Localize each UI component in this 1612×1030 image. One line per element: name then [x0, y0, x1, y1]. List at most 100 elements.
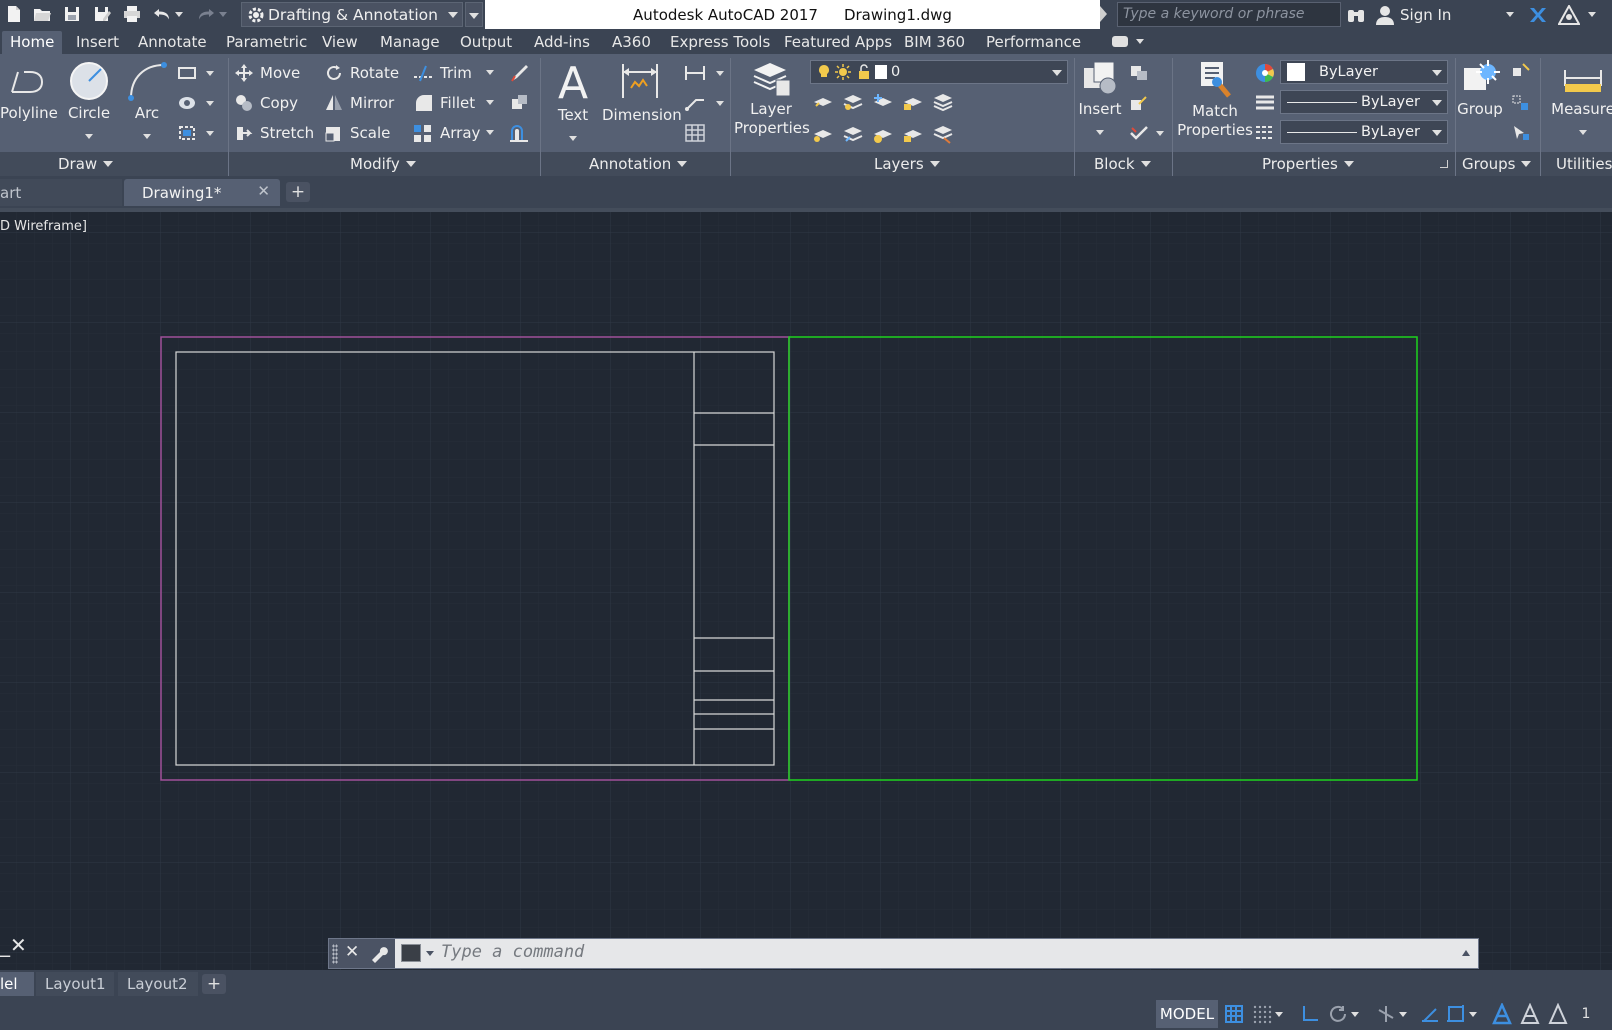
model-space-toggle[interactable]: MODEL [1156, 1000, 1218, 1028]
rectangle-icon[interactable] [176, 62, 198, 84]
leader-dropdown-icon[interactable] [716, 101, 724, 106]
search-expand-icon[interactable] [1100, 6, 1107, 22]
layout2-tab[interactable]: Layout2 [118, 972, 198, 996]
layer-properties-button[interactable]: Layer Properties [734, 58, 810, 138]
customize-qat-button[interactable] [465, 2, 483, 27]
grid-display-icon[interactable] [1222, 1002, 1246, 1026]
redo-dropdown-icon[interactable] [216, 3, 230, 25]
boundary-icon[interactable] [176, 122, 198, 144]
tab-insert[interactable]: Insert [68, 31, 127, 54]
copy-button[interactable]: Copy [234, 92, 298, 114]
exchange-apps-icon[interactable] [1528, 0, 1548, 29]
match-properties-button[interactable]: Match Properties [1176, 58, 1254, 140]
workspace-switcher[interactable]: Drafting & Annotation [241, 2, 463, 27]
object-snap-dropdown-icon[interactable] [1466, 1002, 1480, 1026]
undo-icon[interactable] [150, 3, 174, 25]
group-edit-icon[interactable] [1510, 92, 1532, 114]
object-snap-icon[interactable] [1444, 1002, 1468, 1026]
auto-scale-icon[interactable] [1518, 1002, 1542, 1026]
arc-button[interactable]: Arc [124, 60, 170, 144]
snap-dropdown-icon[interactable] [1272, 1002, 1286, 1026]
tab-output[interactable]: Output [452, 31, 520, 54]
fillet-button[interactable]: Fillet [412, 92, 475, 114]
stretch-button[interactable]: Stretch [234, 122, 314, 144]
command-history-icon[interactable] [1462, 950, 1470, 956]
save-icon[interactable] [60, 3, 84, 25]
ribbon-minimize-icon[interactable] [1112, 36, 1128, 47]
binoculars-icon[interactable] [1346, 0, 1366, 29]
color-wheel-icon[interactable] [1254, 62, 1276, 84]
drawing-canvas[interactable] [0, 212, 1612, 970]
wrench-icon[interactable] [369, 945, 389, 963]
layer-thaw-icon[interactable] [872, 124, 894, 144]
command-line-grip[interactable] [332, 944, 338, 964]
tab-bim-360[interactable]: BIM 360 [896, 31, 973, 54]
rectangle-dropdown-icon[interactable] [206, 71, 214, 76]
layer-dropdown[interactable]: 0 [810, 60, 1068, 84]
measure-button[interactable]: Measure [1548, 58, 1612, 140]
erase-icon[interactable] [508, 62, 530, 84]
layer-freeze-icon[interactable] [872, 92, 894, 112]
edit-block-icon[interactable] [1128, 92, 1150, 114]
make-current-icon[interactable] [932, 92, 954, 112]
color-dropdown[interactable]: ByLayer [1280, 60, 1448, 84]
groups-panel-title[interactable]: Groups [1462, 155, 1532, 173]
layers-panel-title[interactable]: Layers [874, 155, 940, 173]
array-dropdown-icon[interactable] [486, 130, 494, 135]
object-snap-tracking-icon[interactable] [1418, 1002, 1442, 1026]
help-dropdown-icon[interactable] [1588, 0, 1596, 29]
annotation-scale-icon[interactable] [1546, 1002, 1570, 1026]
annotation-scale-value[interactable]: 1 [1574, 1002, 1598, 1026]
close-tab-icon[interactable]: ✕ [257, 182, 270, 200]
group-button[interactable]: Group [1456, 58, 1504, 119]
new-file-icon[interactable] [2, 3, 26, 25]
table-icon[interactable] [684, 122, 706, 144]
start-tab[interactable]: art [0, 179, 122, 206]
tab-add-ins[interactable]: Add-ins [526, 31, 598, 54]
linear-dimension-icon[interactable] [684, 62, 706, 84]
save-as-icon[interactable] [90, 3, 114, 25]
layer-off-icon[interactable] [812, 92, 834, 112]
mirror-button[interactable]: Mirror [324, 92, 394, 114]
layer-unlock-icon[interactable] [902, 124, 924, 144]
block-attributes-icon[interactable] [1128, 122, 1150, 144]
annotation-panel-title[interactable]: Annotation [589, 155, 688, 173]
move-button[interactable]: Move [234, 62, 300, 84]
tab-view[interactable]: View [314, 31, 366, 54]
create-block-icon[interactable] [1128, 62, 1150, 84]
linetype-icon[interactable] [1254, 122, 1276, 144]
layout1-tab[interactable]: Layout1 [36, 972, 114, 996]
lineweight-icon[interactable] [1254, 92, 1276, 114]
tab-annotate[interactable]: Annotate [130, 31, 215, 54]
new-tab-button[interactable]: + [286, 182, 310, 202]
tab-home[interactable]: Home [2, 31, 63, 54]
a360-icon[interactable] [1558, 0, 1580, 29]
layer-unisolate-icon[interactable] [842, 124, 864, 144]
command-input[interactable]: Type a command [395, 939, 1478, 968]
isometric-dropdown-icon[interactable] [1396, 1002, 1410, 1026]
boundary-dropdown-icon[interactable] [206, 131, 214, 136]
snap-mode-icon[interactable] [1250, 1002, 1274, 1026]
block-attributes-dropdown-icon[interactable] [1156, 131, 1164, 136]
model-tab[interactable]: lel [0, 972, 34, 996]
insert-block-button[interactable]: Insert [1078, 58, 1122, 140]
command-prompt-icon[interactable] [401, 944, 421, 962]
hatch-icon[interactable] [176, 92, 198, 114]
text-button[interactable]: A Text [552, 58, 594, 146]
isometric-drafting-icon[interactable] [1374, 1002, 1398, 1026]
sign-in-dropdown-icon[interactable] [1506, 0, 1514, 29]
properties-panel-title[interactable]: Properties [1262, 155, 1354, 173]
utilities-panel-title[interactable]: Utilities [1556, 155, 1612, 173]
polar-dropdown-icon[interactable] [1348, 1002, 1362, 1026]
plot-icon[interactable] [120, 3, 144, 25]
new-layout-button[interactable]: + [202, 974, 226, 994]
layer-lock-icon[interactable] [902, 92, 924, 112]
tab-a360[interactable]: A360 [604, 31, 659, 54]
scale-button[interactable]: Scale [324, 122, 390, 144]
trim-dropdown-icon[interactable] [486, 70, 494, 75]
ribbon-minimize-dropdown-icon[interactable] [1136, 39, 1144, 44]
recent-commands-icon[interactable] [426, 951, 434, 956]
modify-panel-title[interactable]: Modify [350, 155, 416, 173]
dimension-button[interactable]: Dimension [602, 58, 682, 125]
undo-dropdown-icon[interactable] [172, 3, 186, 25]
